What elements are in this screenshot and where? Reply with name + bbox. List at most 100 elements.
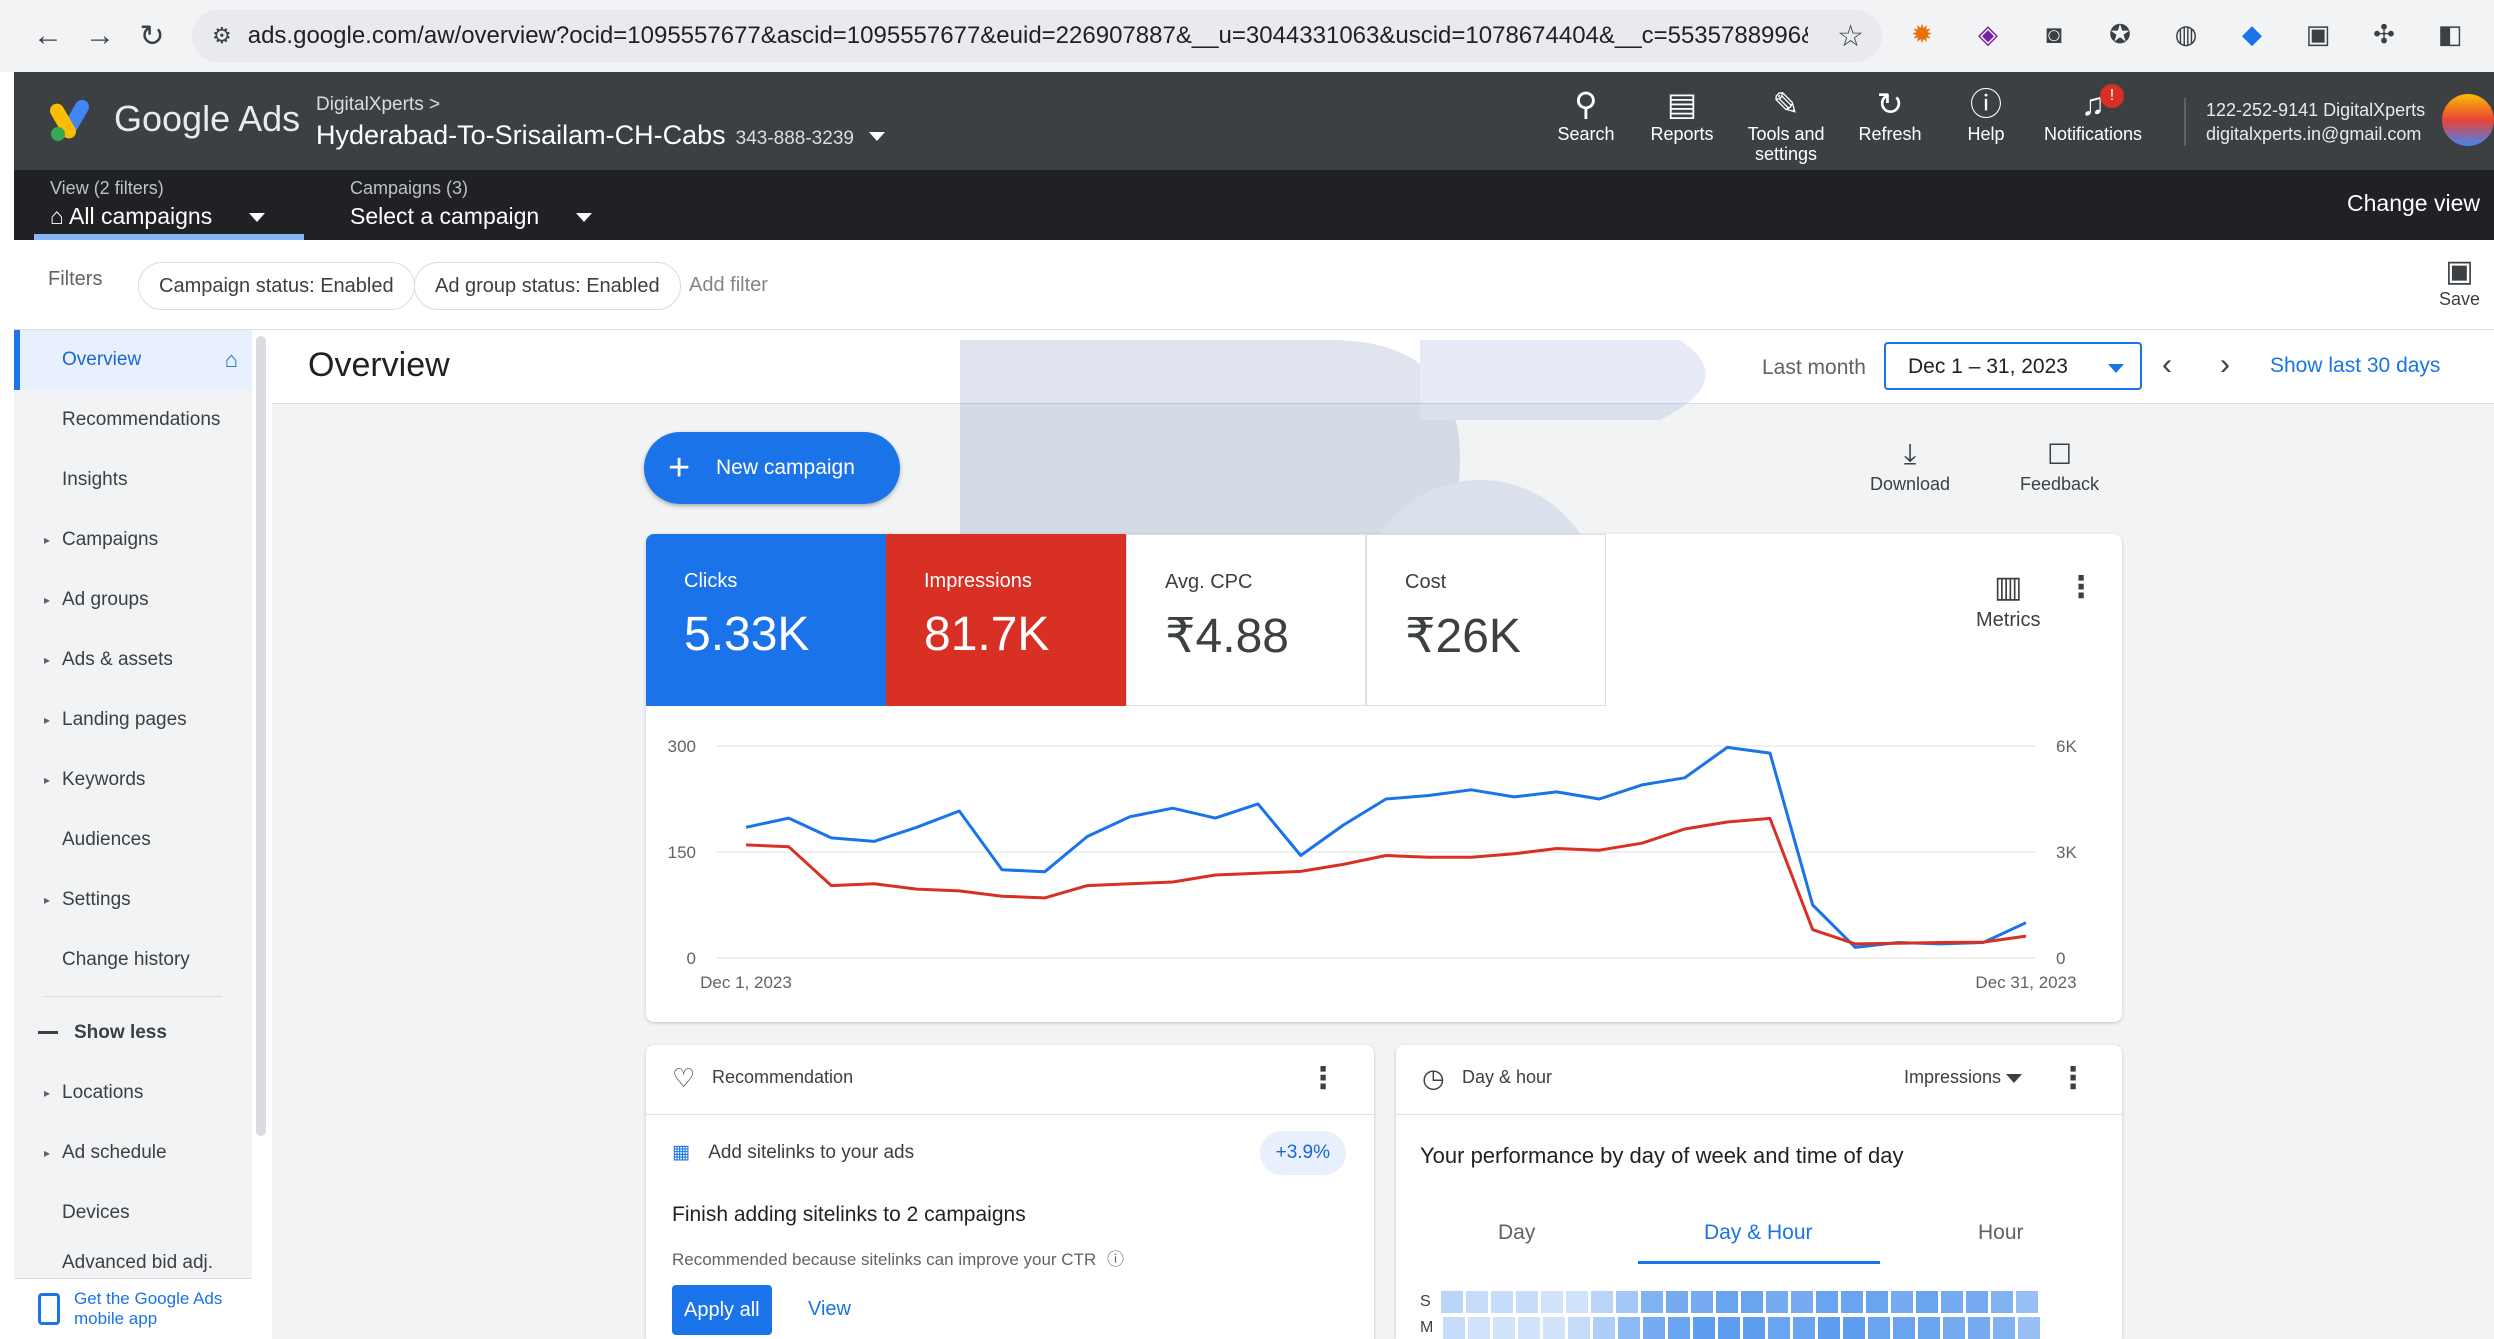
heatmap-cell[interactable]	[1618, 1317, 1641, 1339]
metric-tile-impressions[interactable]: Impressions 81.7K	[886, 534, 1126, 706]
notifications-button[interactable]: ♫ ! Notifications	[2034, 84, 2152, 164]
metric-tile-cost[interactable]: Cost ₹26K	[1366, 534, 1606, 706]
heatmap-cell[interactable]	[2015, 1291, 2038, 1313]
heatmap-cell[interactable]	[1540, 1291, 1563, 1313]
heatmap-cell[interactable]	[1643, 1317, 1666, 1339]
heatmap-cell[interactable]	[1668, 1317, 1691, 1339]
sidebar-item-ad-schedule[interactable]: ▸ Ad schedule	[14, 1123, 252, 1183]
camera-extension-icon[interactable]: ◙	[2032, 12, 2076, 56]
heatmap-cell[interactable]	[1515, 1291, 1538, 1313]
heatmap-cell[interactable]	[1918, 1317, 1941, 1339]
heatmap-cell[interactable]	[1768, 1317, 1791, 1339]
heatmap-cell[interactable]	[1740, 1291, 1763, 1313]
heatmap-cell[interactable]	[1990, 1291, 2013, 1313]
sidebar-item-ads-assets[interactable]: ▸ Ads & assets	[14, 630, 252, 690]
sidebar-item-audiences[interactable]: Audiences	[14, 810, 252, 870]
heatmap-cell[interactable]	[1490, 1291, 1513, 1313]
url-text[interactable]: ads.google.com/aw/overview?ocid=10955576…	[248, 22, 1808, 50]
sidebar-item-ad-groups[interactable]: ▸ Ad groups	[14, 570, 252, 630]
heatmap-cell[interactable]	[1993, 1317, 2016, 1339]
heatmap-cell[interactable]	[1493, 1317, 1516, 1339]
heatmap-cell[interactable]	[1468, 1317, 1491, 1339]
metric-selector[interactable]: Impressions	[1904, 1067, 2023, 1088]
search-button[interactable]: ⚲ Search	[1538, 84, 1634, 164]
metrics-button[interactable]: ▥ Metrics	[1976, 570, 2040, 632]
tab-hour[interactable]: Hour	[1978, 1221, 2024, 1245]
heatmap-cell[interactable]	[1568, 1317, 1591, 1339]
heatmap-cell[interactable]	[1890, 1291, 1913, 1313]
sidebar-item-campaigns[interactable]: ▸ Campaigns	[14, 510, 252, 570]
next-period-icon[interactable]: ›	[2220, 348, 2230, 382]
sidebar-item-change-history[interactable]: Change history	[14, 930, 252, 990]
site-settings-icon[interactable]: ⚙	[212, 23, 232, 49]
date-range-picker[interactable]: Dec 1 – 31, 2023	[1884, 342, 2142, 390]
user-account-info[interactable]: 122-252-9141 DigitalXperts digitalxperts…	[2184, 98, 2425, 146]
heatmap-cell[interactable]	[1968, 1317, 1991, 1339]
metric-tile-avg-cpc[interactable]: Avg. CPC ₹4.88	[1126, 534, 1366, 706]
reload-icon[interactable]: ↻	[126, 10, 178, 62]
extension-icon[interactable]: ◈	[1966, 12, 2010, 56]
sidebar-item-overview[interactable]: Overview ⌂	[14, 330, 252, 390]
heatmap-cell[interactable]	[1865, 1291, 1888, 1313]
heatmap-cell[interactable]	[1693, 1317, 1716, 1339]
back-arrow-icon[interactable]: ←	[22, 10, 74, 62]
help-icon[interactable]: ⓘ	[1107, 1250, 1124, 1269]
forward-arrow-icon[interactable]: →	[74, 10, 126, 62]
heatmap-cell[interactable]	[1790, 1291, 1813, 1313]
extension-icon[interactable]: ✪	[2098, 12, 2142, 56]
heatmap-cell[interactable]	[1915, 1291, 1938, 1313]
side-panel-icon[interactable]: ◧	[2428, 12, 2472, 56]
heatmap-cell[interactable]	[1665, 1291, 1688, 1313]
heatmap-cell[interactable]	[1818, 1317, 1841, 1339]
google-ads-logo[interactable]: Google Ads	[48, 96, 300, 142]
show-last-30-days-link[interactable]: Show last 30 days	[2270, 354, 2440, 378]
heatmap-cell[interactable]	[1840, 1291, 1863, 1313]
account-switcher[interactable]: DigitalXperts > Hyderabad-To-Srisailam-C…	[316, 94, 886, 151]
heatmap-cell[interactable]	[1590, 1291, 1613, 1313]
heatmap-cell[interactable]	[1518, 1317, 1541, 1339]
recommendation-item[interactable]: ▦ Add sitelinks to your ads	[672, 1141, 914, 1164]
heatmap-cell[interactable]	[1815, 1291, 1838, 1313]
more-options-icon[interactable]: ⋮	[1308, 1061, 1338, 1096]
globe-extension-icon[interactable]: ◍	[2164, 12, 2208, 56]
heatmap-cell[interactable]	[1440, 1291, 1463, 1313]
bookmark-star-icon[interactable]: ☆	[1837, 19, 1864, 54]
heatmap-cell[interactable]	[1565, 1291, 1588, 1313]
sidebar-item-insights[interactable]: Insights	[14, 450, 252, 510]
filter-chip-ad-group-status[interactable]: Ad group status: Enabled	[414, 262, 681, 310]
tab-day-and-hour[interactable]: Day & Hour	[1704, 1221, 1813, 1245]
heatmap-cell[interactable]	[1718, 1317, 1741, 1339]
get-mobile-app-link[interactable]: Get the Google Ads mobile app	[14, 1278, 252, 1339]
new-campaign-button[interactable]: + New campaign	[644, 432, 900, 504]
sidebar-item-settings[interactable]: ▸ Settings	[14, 870, 252, 930]
chevron-down-icon[interactable]	[869, 132, 886, 142]
avatar[interactable]	[2442, 94, 2494, 146]
extension-icon[interactable]: ✹	[1900, 12, 1944, 56]
sidebar-item-devices[interactable]: Devices	[14, 1183, 252, 1243]
parent-account[interactable]: DigitalXperts	[316, 94, 424, 115]
save-button[interactable]: ▣ Save	[2439, 254, 2480, 310]
heatmap-cell[interactable]	[1465, 1291, 1488, 1313]
sidebar-item-landing-pages[interactable]: ▸ Landing pages	[14, 690, 252, 750]
download-button[interactable]: ⤓ Download	[1870, 438, 1950, 495]
help-button[interactable]: ⓘ Help	[1938, 84, 2034, 164]
heatmap-cell[interactable]	[1543, 1317, 1566, 1339]
tab-day[interactable]: Day	[1498, 1221, 1535, 1245]
heatmap-cell[interactable]	[1443, 1317, 1466, 1339]
heatmap-cell[interactable]	[1943, 1317, 1966, 1339]
heatmap-cell[interactable]	[1640, 1291, 1663, 1313]
heatmap-cell[interactable]	[1743, 1317, 1766, 1339]
sidebar-item-recommendations[interactable]: Recommendations	[14, 390, 252, 450]
feedback-button[interactable]: ☐ Feedback	[2020, 438, 2099, 495]
puzzle-extensions-icon[interactable]: ✣	[2362, 12, 2406, 56]
heatmap-cell[interactable]	[1843, 1317, 1866, 1339]
heatmap-cell[interactable]	[1940, 1291, 1963, 1313]
mail-extension-icon[interactable]: ▣	[2296, 12, 2340, 56]
metric-tile-clicks[interactable]: Clicks 5.33K	[646, 534, 886, 706]
heatmap-cell[interactable]	[1893, 1317, 1916, 1339]
heatmap-cell[interactable]	[1715, 1291, 1738, 1313]
heatmap-cell[interactable]	[1965, 1291, 1988, 1313]
address-bar[interactable]: ⚙ ads.google.com/aw/overview?ocid=109555…	[192, 10, 1882, 62]
heatmap-cell[interactable]	[2018, 1317, 2041, 1339]
campaign-selector[interactable]: Campaigns (3) Select a campaign	[350, 178, 592, 230]
